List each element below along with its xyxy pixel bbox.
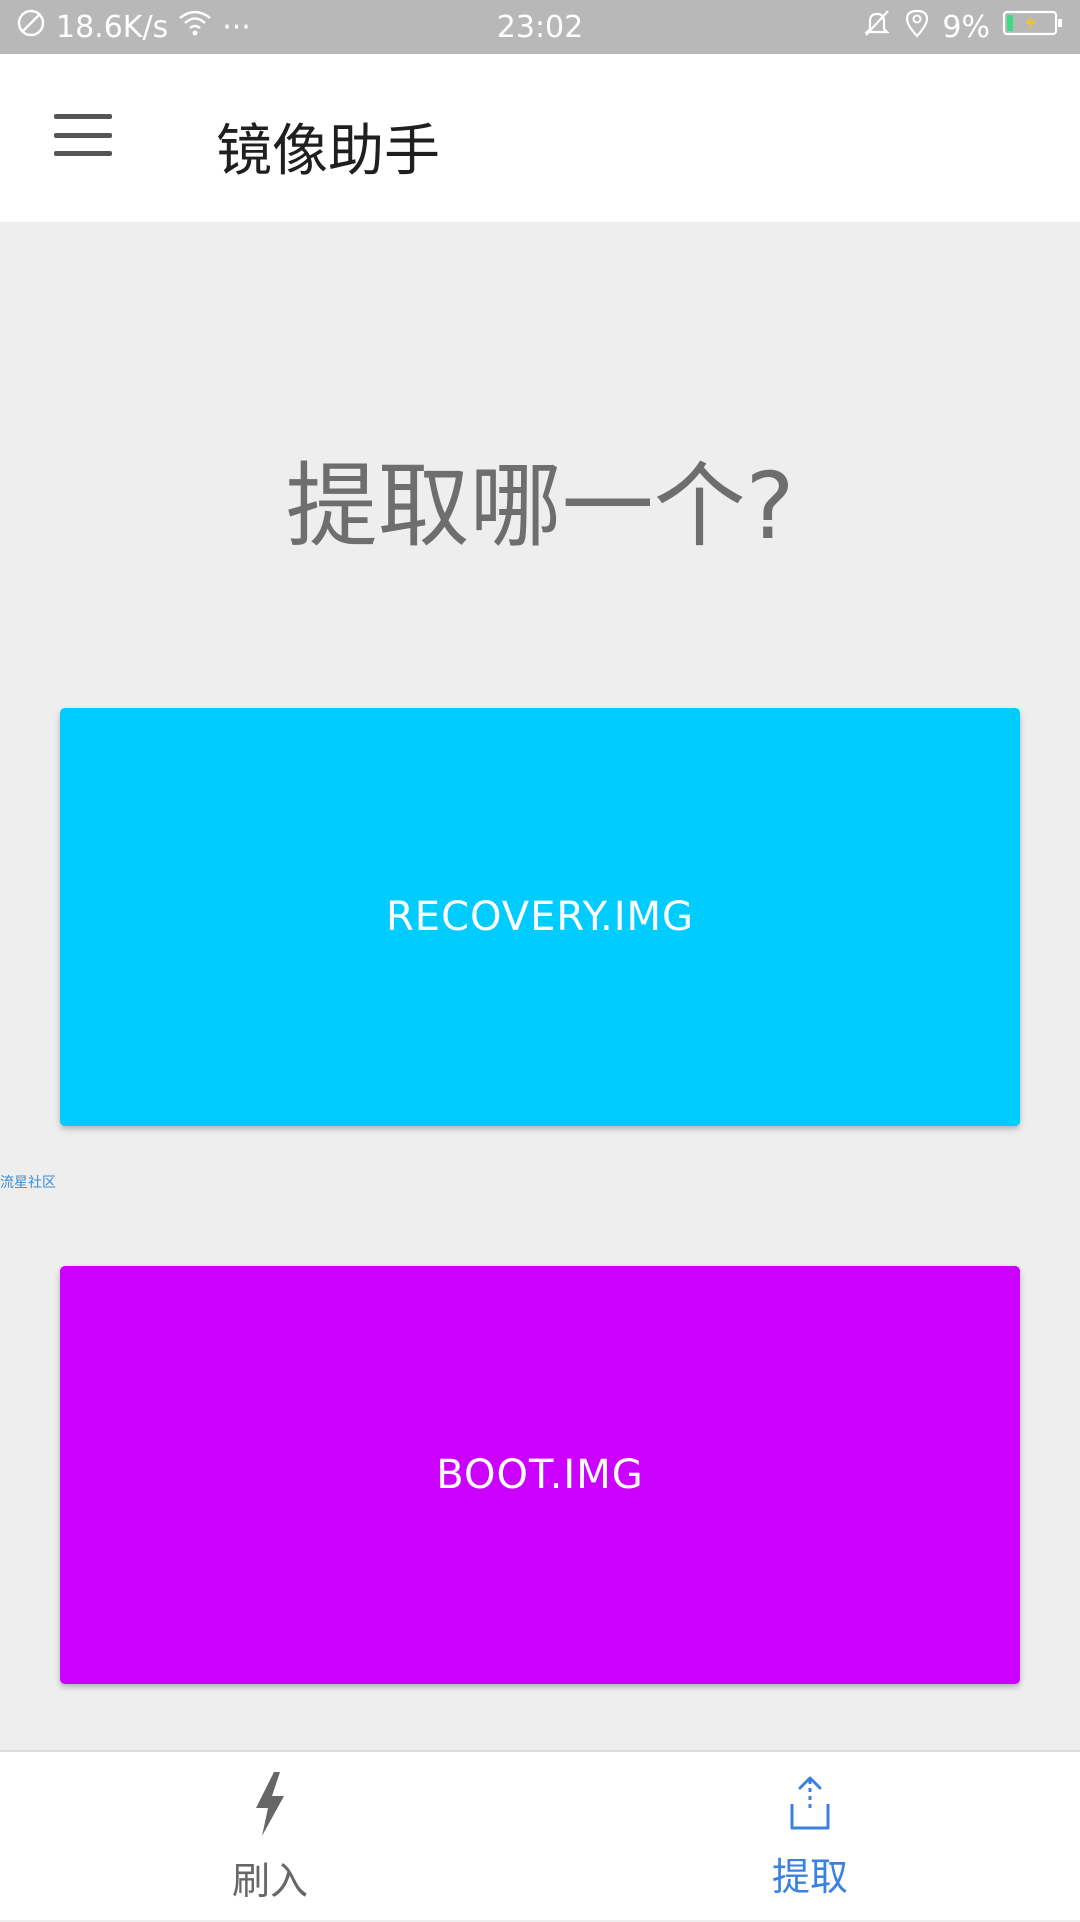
nav-item-extract-label: 提取	[771, 1854, 848, 1899]
battery-charging-icon	[1002, 9, 1064, 45]
more-notifications-icon: ···	[222, 9, 251, 45]
location-icon	[904, 8, 930, 46]
recovery-img-label: RECOVERY.IMG	[386, 894, 694, 940]
watermark: 流星社区	[0, 1175, 56, 1191]
do-not-disturb-icon	[16, 8, 46, 46]
question-heading: 提取哪一个?	[285, 453, 795, 560]
bottom-navigation: 刷入 提取	[0, 1750, 1080, 1920]
boot-img-label: BOOT.IMG	[436, 1452, 644, 1498]
app-bar: 镜像助手	[0, 54, 1080, 222]
status-right: 9%	[862, 0, 1064, 54]
network-speed: 18.6K/s	[56, 9, 169, 45]
nav-item-flash-label: 刷入	[231, 1858, 308, 1903]
nav-item-extract[interactable]: 提取	[540, 1752, 1080, 1922]
boot-img-button[interactable]: BOOT.IMG	[60, 1266, 1020, 1684]
main-content: 提取哪一个? RECOVERY.IMG 流星社区 BOOT.IMG	[0, 222, 1080, 1750]
clock: 23:02	[496, 9, 584, 45]
flash-icon	[250, 1770, 290, 1842]
hamburger-menu-icon[interactable]	[54, 114, 114, 156]
app-title: 镜像助手	[216, 119, 440, 184]
status-bar: 18.6K/s ··· 23:02 9%	[0, 0, 1080, 54]
upload-icon	[786, 1774, 834, 1838]
bell-muted-icon	[862, 8, 892, 46]
wifi-icon	[178, 9, 212, 45]
status-left: 18.6K/s ···	[16, 0, 251, 54]
battery-percent: 9%	[942, 9, 990, 45]
nav-item-flash[interactable]: 刷入	[0, 1752, 540, 1922]
recovery-img-button[interactable]: RECOVERY.IMG	[60, 708, 1020, 1126]
